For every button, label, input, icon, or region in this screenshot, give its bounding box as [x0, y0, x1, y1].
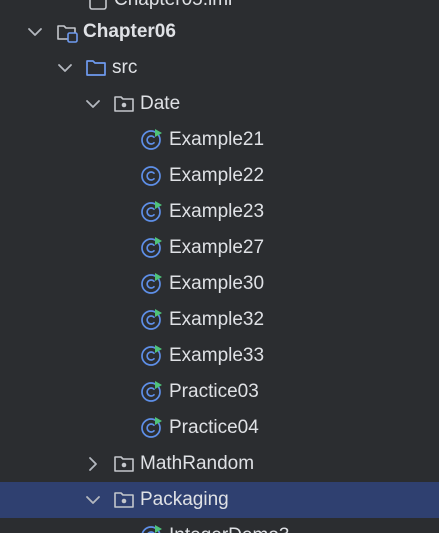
runnable-class-icon [141, 237, 162, 258]
tree-row-class[interactable]: Example23 [0, 194, 439, 230]
runnable-class-icon [141, 417, 162, 438]
chevron-right-icon[interactable] [83, 454, 103, 474]
tree-row-partial-bottom[interactable]: IntegerDemo3 [0, 518, 439, 533]
tree-row-package-date[interactable]: Date [0, 86, 439, 122]
tree-item-label: Example22 [169, 165, 265, 186]
tree-row-module[interactable]: Chapter06 [0, 14, 439, 50]
tree-row-class[interactable]: Example21 [0, 122, 439, 158]
tree-row-class[interactable]: Example22 [0, 158, 439, 194]
tree-item-label: Example32 [169, 309, 265, 330]
chevron-down-icon[interactable] [83, 490, 103, 510]
tree-row-class[interactable]: Example30 [0, 266, 439, 302]
tree-row-class[interactable]: Practice04 [0, 410, 439, 446]
package-icon [114, 456, 134, 472]
tree-item-label: IntegerDemo3 [169, 518, 289, 533]
tree-item-label: Example30 [169, 273, 265, 294]
tree-row-class[interactable]: Example32 [0, 302, 439, 338]
chevron-down-icon[interactable] [25, 22, 45, 42]
tree-row-class[interactable]: Example33 [0, 338, 439, 374]
source-folder-icon [86, 60, 106, 76]
tree-item-label: Example33 [169, 345, 265, 366]
tree-item-label: Chapter06 [83, 21, 176, 42]
chevron-down-icon[interactable] [55, 58, 75, 78]
project-tree: Chapter05.iml Chapter06 src Date [0, 0, 439, 533]
tree-item-label: Practice04 [169, 417, 259, 438]
tree-row-src[interactable]: src [0, 50, 439, 86]
tree-item-label: MathRandom [140, 453, 255, 474]
tree-row-package-mathrandom[interactable]: MathRandom [0, 446, 439, 482]
tree-item-label: src [112, 57, 138, 78]
runnable-class-icon [141, 201, 162, 222]
runnable-class-icon [141, 309, 162, 330]
tree-item-label: Packaging [140, 489, 229, 510]
chevron-down-icon[interactable] [83, 94, 103, 114]
tree-item-label: Example21 [169, 129, 265, 150]
runnable-class-icon [141, 381, 162, 402]
runnable-class-icon [141, 525, 162, 533]
runnable-class-icon [141, 129, 162, 150]
tree-item-label: Practice03 [169, 381, 259, 402]
file-icon [89, 0, 107, 10]
tree-item-label: Example27 [169, 237, 265, 258]
tree-row-package-packaging[interactable]: Packaging [0, 482, 439, 518]
tree-row-class[interactable]: Example27 [0, 230, 439, 266]
tree-item-label: Example23 [169, 201, 265, 222]
tree-row-class[interactable]: Practice03 [0, 374, 439, 410]
runnable-class-icon [141, 273, 162, 294]
runnable-class-icon [141, 345, 162, 366]
tree-item-label: Date [140, 93, 181, 114]
module-folder-icon [57, 25, 78, 43]
package-icon [114, 492, 134, 508]
class-icon [141, 166, 161, 186]
package-icon [114, 96, 134, 112]
